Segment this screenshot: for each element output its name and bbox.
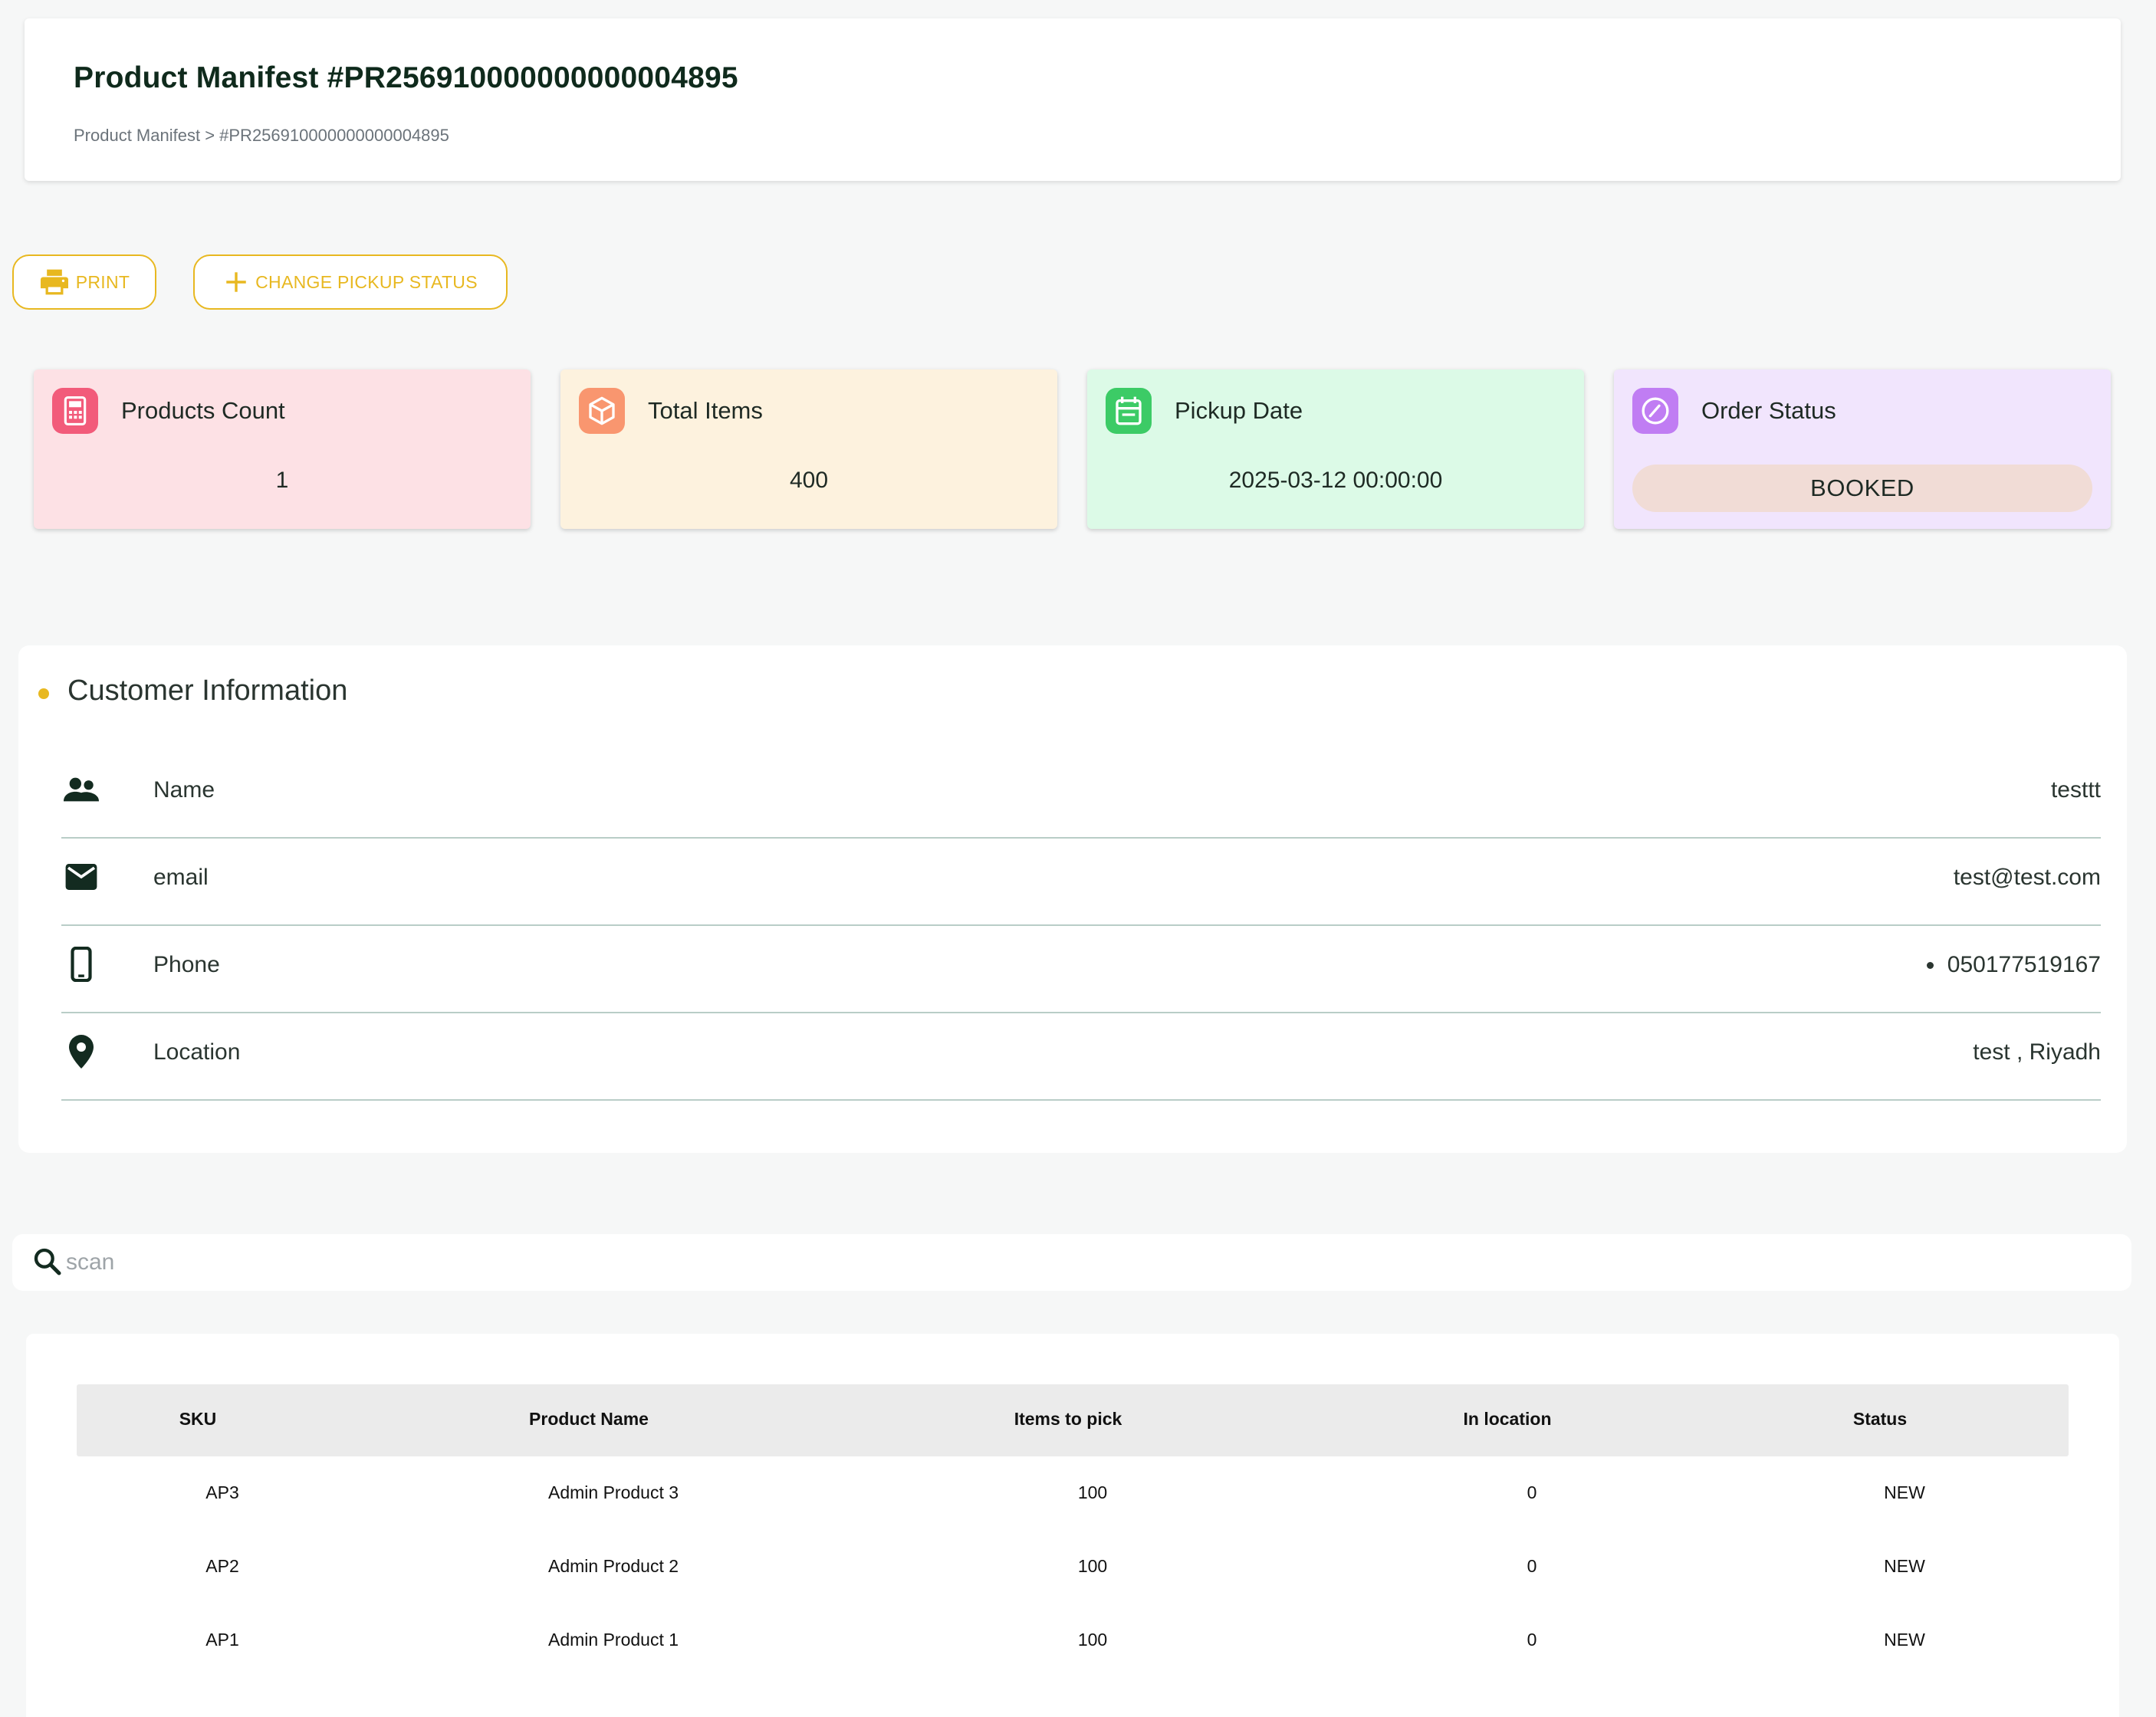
info-label: Phone	[153, 952, 220, 977]
location-pin-icon	[63, 1033, 100, 1070]
cell-sku: AP1	[205, 1630, 239, 1650]
cell-sku: AP2	[205, 1556, 239, 1576]
print-button[interactable]: PRINT	[12, 254, 156, 310]
cell-status: NEW	[1884, 1630, 1925, 1650]
list-bullet	[1926, 961, 1934, 969]
cell-product-name: Admin Product 2	[547, 1556, 679, 1576]
people-icon	[63, 771, 100, 808]
column-header-in-location[interactable]: In location	[1464, 1409, 1552, 1430]
cell-items-to-pick: 100	[1077, 1556, 1108, 1576]
stat-label: Products Count	[121, 397, 285, 424]
customer-name-row: Name testtt	[61, 751, 2101, 839]
info-value: test@test.com	[1953, 865, 2101, 890]
change-status-label: CHANGE PICKUP STATUS	[255, 271, 478, 292]
scan-input[interactable]	[66, 1243, 986, 1282]
table-row: AP1 Admin Product 1 100 0 NEW	[77, 1604, 2069, 1677]
info-label: Location	[153, 1039, 241, 1065]
phone-value: 050177519167	[1947, 952, 2101, 977]
cell-items-to-pick: 100	[1077, 1482, 1108, 1502]
breadcrumb: Product Manifest > #PR256910000000000004…	[74, 126, 449, 145]
cell-product-name: Admin Product 1	[547, 1630, 679, 1650]
stat-value: 400	[789, 468, 829, 493]
section-bullet	[38, 688, 49, 699]
phone-icon	[63, 946, 100, 983]
calendar-icon	[1106, 388, 1152, 434]
stat-label: Order Status	[1701, 397, 1836, 424]
customer-location-row: Location test , Riyadh	[61, 1013, 2101, 1101]
info-value: test , Riyadh	[1973, 1039, 2101, 1065]
stat-label: Pickup Date	[1175, 397, 1303, 424]
change-pickup-status-button[interactable]: CHANGE PICKUP STATUS	[193, 254, 508, 310]
cell-sku: AP3	[205, 1482, 239, 1502]
info-label: email	[153, 865, 209, 890]
table-row: AP2 Admin Product 2 100 0 NEW	[77, 1530, 2069, 1604]
products-table: SKU Product Name Items to pick In locati…	[26, 1334, 2119, 1717]
scan-search-bar[interactable]	[12, 1234, 2131, 1291]
section-title: Customer Information	[67, 675, 348, 707]
cell-in-location: 0	[1527, 1630, 1537, 1650]
total-items-card: Total Items 400	[560, 369, 1057, 529]
cell-in-location: 0	[1527, 1482, 1537, 1502]
info-label: Name	[153, 777, 215, 803]
column-header-sku[interactable]: SKU	[179, 1409, 217, 1430]
printer-icon	[39, 268, 70, 296]
table-row: AP3 Admin Product 3 100 0 NEW	[77, 1456, 2069, 1530]
column-header-product-name[interactable]: Product Name	[529, 1409, 649, 1430]
stat-value: 2025-03-12 00:00:00	[1228, 468, 1443, 493]
customer-phone-row: Phone 050177519167	[61, 926, 2101, 1013]
column-header-status[interactable]: Status	[1853, 1409, 1907, 1430]
order-status-card: Order Status BOOKED	[1614, 369, 2111, 529]
calculator-icon	[52, 388, 98, 434]
cell-items-to-pick: 100	[1077, 1630, 1108, 1650]
compass-icon	[1632, 388, 1678, 434]
customer-information-section: Customer Information Name testtt email t…	[18, 645, 2127, 1153]
column-header-items-to-pick[interactable]: Items to pick	[1014, 1409, 1122, 1430]
page-title: Product Manifest #PR25691000000000000489…	[74, 61, 738, 94]
cell-status: NEW	[1884, 1556, 1925, 1576]
info-value: 050177519167	[1926, 952, 2101, 978]
cube-icon	[579, 388, 625, 434]
status-badge: BOOKED	[1632, 465, 2092, 512]
products-count-card: Products Count 1	[34, 369, 531, 529]
cell-status: NEW	[1884, 1482, 1925, 1502]
stat-value: 1	[275, 468, 289, 493]
stat-label: Total Items	[648, 397, 763, 424]
customer-email-row: email test@test.com	[61, 839, 2101, 926]
mail-icon	[63, 858, 100, 895]
search-icon	[32, 1246, 63, 1281]
table-header: SKU Product Name Items to pick In locati…	[77, 1384, 2069, 1456]
page-header: Product Manifest #PR25691000000000000489…	[25, 18, 2121, 181]
cell-product-name: Admin Product 3	[547, 1482, 679, 1502]
pickup-date-card: Pickup Date 2025-03-12 00:00:00	[1087, 369, 1584, 529]
cell-in-location: 0	[1527, 1556, 1537, 1576]
plus-icon	[223, 269, 249, 295]
print-label: PRINT	[75, 271, 130, 292]
info-value: testtt	[2050, 777, 2101, 803]
